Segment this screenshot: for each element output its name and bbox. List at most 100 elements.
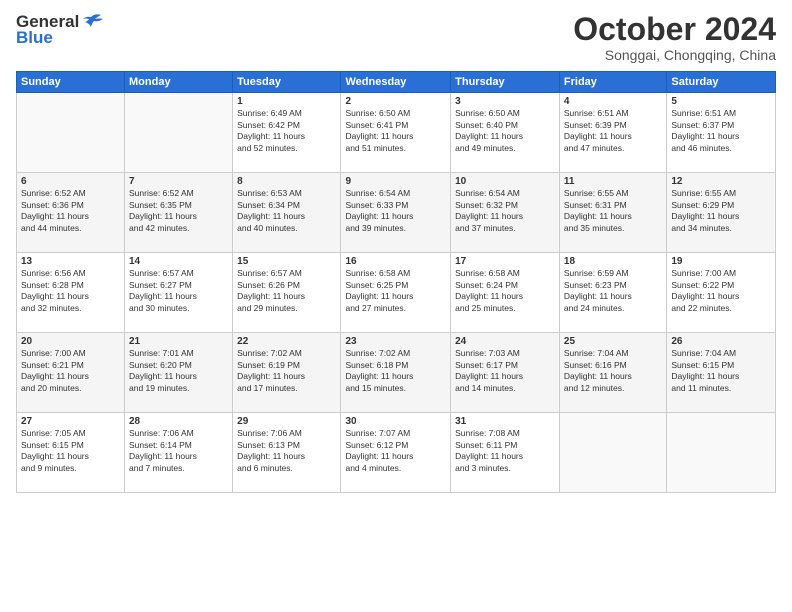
day-info: Sunrise: 6:56 AMSunset: 6:28 PMDaylight:… xyxy=(21,268,120,314)
day-info: Sunrise: 7:01 AMSunset: 6:20 PMDaylight:… xyxy=(129,348,228,394)
day-number: 11 xyxy=(564,176,662,187)
weekday-header-wednesday: Wednesday xyxy=(341,72,451,93)
day-cell: 15Sunrise: 6:57 AMSunset: 6:26 PMDayligh… xyxy=(233,253,341,333)
day-number: 1 xyxy=(237,96,336,107)
day-number: 2 xyxy=(345,96,446,107)
day-cell: 18Sunrise: 6:59 AMSunset: 6:23 PMDayligh… xyxy=(559,253,666,333)
day-cell: 19Sunrise: 7:00 AMSunset: 6:22 PMDayligh… xyxy=(667,253,776,333)
day-info: Sunrise: 7:00 AMSunset: 6:22 PMDaylight:… xyxy=(671,268,771,314)
weekday-header-saturday: Saturday xyxy=(667,72,776,93)
day-cell: 13Sunrise: 6:56 AMSunset: 6:28 PMDayligh… xyxy=(17,253,125,333)
day-number: 6 xyxy=(21,176,120,187)
day-cell: 22Sunrise: 7:02 AMSunset: 6:19 PMDayligh… xyxy=(233,333,341,413)
location: Songgai, Chongqing, China xyxy=(573,47,776,63)
day-cell: 23Sunrise: 7:02 AMSunset: 6:18 PMDayligh… xyxy=(341,333,451,413)
day-number: 13 xyxy=(21,256,120,267)
month-title: October 2024 xyxy=(573,12,776,47)
day-info: Sunrise: 7:00 AMSunset: 6:21 PMDaylight:… xyxy=(21,348,120,394)
day-info: Sunrise: 7:06 AMSunset: 6:13 PMDaylight:… xyxy=(237,428,336,474)
day-number: 10 xyxy=(455,176,555,187)
day-number: 12 xyxy=(671,176,771,187)
day-info: Sunrise: 7:08 AMSunset: 6:11 PMDaylight:… xyxy=(455,428,555,474)
day-info: Sunrise: 7:05 AMSunset: 6:15 PMDaylight:… xyxy=(21,428,120,474)
day-number: 18 xyxy=(564,256,662,267)
logo-blue: Blue xyxy=(16,28,53,48)
day-info: Sunrise: 7:04 AMSunset: 6:15 PMDaylight:… xyxy=(671,348,771,394)
day-info: Sunrise: 7:03 AMSunset: 6:17 PMDaylight:… xyxy=(455,348,555,394)
day-number: 5 xyxy=(671,96,771,107)
day-info: Sunrise: 6:52 AMSunset: 6:36 PMDaylight:… xyxy=(21,188,120,234)
day-info: Sunrise: 6:54 AMSunset: 6:33 PMDaylight:… xyxy=(345,188,446,234)
calendar-table: SundayMondayTuesdayWednesdayThursdayFrid… xyxy=(16,71,776,493)
day-cell: 3Sunrise: 6:50 AMSunset: 6:40 PMDaylight… xyxy=(451,93,560,173)
day-number: 16 xyxy=(345,256,446,267)
day-info: Sunrise: 6:50 AMSunset: 6:41 PMDaylight:… xyxy=(345,108,446,154)
day-cell xyxy=(125,93,233,173)
weekday-header-monday: Monday xyxy=(125,72,233,93)
day-info: Sunrise: 6:58 AMSunset: 6:24 PMDaylight:… xyxy=(455,268,555,314)
day-cell: 4Sunrise: 6:51 AMSunset: 6:39 PMDaylight… xyxy=(559,93,666,173)
day-cell: 12Sunrise: 6:55 AMSunset: 6:29 PMDayligh… xyxy=(667,173,776,253)
day-info: Sunrise: 6:52 AMSunset: 6:35 PMDaylight:… xyxy=(129,188,228,234)
day-number: 29 xyxy=(237,416,336,427)
day-number: 19 xyxy=(671,256,771,267)
day-info: Sunrise: 6:50 AMSunset: 6:40 PMDaylight:… xyxy=(455,108,555,154)
day-cell: 8Sunrise: 6:53 AMSunset: 6:34 PMDaylight… xyxy=(233,173,341,253)
weekday-header-sunday: Sunday xyxy=(17,72,125,93)
day-cell xyxy=(667,413,776,493)
week-row-1: 1Sunrise: 6:49 AMSunset: 6:42 PMDaylight… xyxy=(17,93,776,173)
week-row-3: 13Sunrise: 6:56 AMSunset: 6:28 PMDayligh… xyxy=(17,253,776,333)
logo: General Blue xyxy=(16,12,103,48)
week-row-4: 20Sunrise: 7:00 AMSunset: 6:21 PMDayligh… xyxy=(17,333,776,413)
day-cell xyxy=(17,93,125,173)
day-cell: 14Sunrise: 6:57 AMSunset: 6:27 PMDayligh… xyxy=(125,253,233,333)
day-info: Sunrise: 6:57 AMSunset: 6:27 PMDaylight:… xyxy=(129,268,228,314)
day-info: Sunrise: 6:55 AMSunset: 6:29 PMDaylight:… xyxy=(671,188,771,234)
day-info: Sunrise: 7:06 AMSunset: 6:14 PMDaylight:… xyxy=(129,428,228,474)
day-number: 23 xyxy=(345,336,446,347)
day-info: Sunrise: 7:02 AMSunset: 6:19 PMDaylight:… xyxy=(237,348,336,394)
day-number: 20 xyxy=(21,336,120,347)
day-cell: 9Sunrise: 6:54 AMSunset: 6:33 PMDaylight… xyxy=(341,173,451,253)
day-info: Sunrise: 6:59 AMSunset: 6:23 PMDaylight:… xyxy=(564,268,662,314)
day-cell: 11Sunrise: 6:55 AMSunset: 6:31 PMDayligh… xyxy=(559,173,666,253)
week-row-5: 27Sunrise: 7:05 AMSunset: 6:15 PMDayligh… xyxy=(17,413,776,493)
day-info: Sunrise: 6:57 AMSunset: 6:26 PMDaylight:… xyxy=(237,268,336,314)
day-info: Sunrise: 6:58 AMSunset: 6:25 PMDaylight:… xyxy=(345,268,446,314)
day-cell: 27Sunrise: 7:05 AMSunset: 6:15 PMDayligh… xyxy=(17,413,125,493)
header: General Blue October 2024 Songgai, Chong… xyxy=(16,12,776,63)
day-cell: 10Sunrise: 6:54 AMSunset: 6:32 PMDayligh… xyxy=(451,173,560,253)
title-section: October 2024 Songgai, Chongqing, China xyxy=(573,12,776,63)
day-number: 8 xyxy=(237,176,336,187)
day-info: Sunrise: 7:04 AMSunset: 6:16 PMDaylight:… xyxy=(564,348,662,394)
day-cell: 16Sunrise: 6:58 AMSunset: 6:25 PMDayligh… xyxy=(341,253,451,333)
day-cell: 31Sunrise: 7:08 AMSunset: 6:11 PMDayligh… xyxy=(451,413,560,493)
day-cell: 5Sunrise: 6:51 AMSunset: 6:37 PMDaylight… xyxy=(667,93,776,173)
weekday-header-thursday: Thursday xyxy=(451,72,560,93)
day-info: Sunrise: 6:53 AMSunset: 6:34 PMDaylight:… xyxy=(237,188,336,234)
day-cell: 30Sunrise: 7:07 AMSunset: 6:12 PMDayligh… xyxy=(341,413,451,493)
day-cell: 25Sunrise: 7:04 AMSunset: 6:16 PMDayligh… xyxy=(559,333,666,413)
weekday-header-friday: Friday xyxy=(559,72,666,93)
day-cell: 28Sunrise: 7:06 AMSunset: 6:14 PMDayligh… xyxy=(125,413,233,493)
weekday-header-row: SundayMondayTuesdayWednesdayThursdayFrid… xyxy=(17,72,776,93)
day-number: 21 xyxy=(129,336,228,347)
day-number: 25 xyxy=(564,336,662,347)
day-info: Sunrise: 6:49 AMSunset: 6:42 PMDaylight:… xyxy=(237,108,336,154)
day-number: 14 xyxy=(129,256,228,267)
day-cell: 1Sunrise: 6:49 AMSunset: 6:42 PMDaylight… xyxy=(233,93,341,173)
day-cell: 20Sunrise: 7:00 AMSunset: 6:21 PMDayligh… xyxy=(17,333,125,413)
day-number: 22 xyxy=(237,336,336,347)
logo-bird-icon xyxy=(81,13,103,31)
day-number: 9 xyxy=(345,176,446,187)
week-row-2: 6Sunrise: 6:52 AMSunset: 6:36 PMDaylight… xyxy=(17,173,776,253)
day-cell: 24Sunrise: 7:03 AMSunset: 6:17 PMDayligh… xyxy=(451,333,560,413)
day-cell: 6Sunrise: 6:52 AMSunset: 6:36 PMDaylight… xyxy=(17,173,125,253)
day-info: Sunrise: 6:51 AMSunset: 6:39 PMDaylight:… xyxy=(564,108,662,154)
day-cell: 17Sunrise: 6:58 AMSunset: 6:24 PMDayligh… xyxy=(451,253,560,333)
day-number: 26 xyxy=(671,336,771,347)
day-number: 3 xyxy=(455,96,555,107)
weekday-header-tuesday: Tuesday xyxy=(233,72,341,93)
day-number: 30 xyxy=(345,416,446,427)
day-number: 24 xyxy=(455,336,555,347)
